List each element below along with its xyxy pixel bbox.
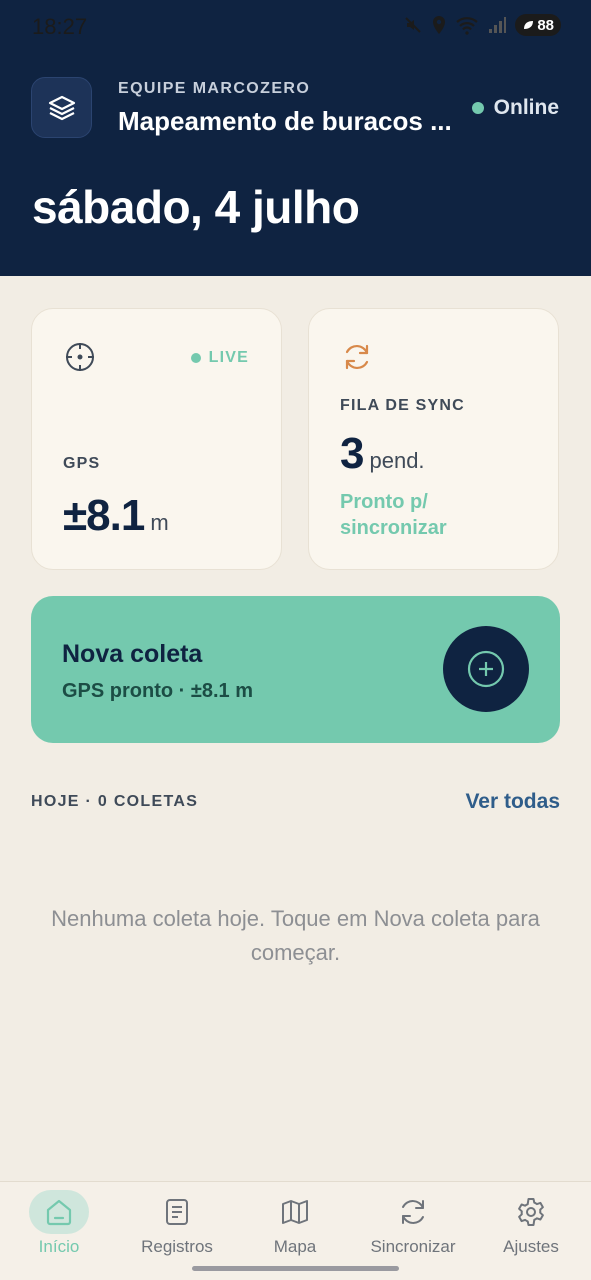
gps-card[interactable]: LIVE GPS ±8.1 m (31, 308, 282, 570)
nav-label: Registros (141, 1237, 213, 1256)
project-title[interactable]: Mapeamento de buracos ... (118, 106, 458, 137)
see-all-link[interactable]: Ver todas (465, 790, 560, 814)
mute-icon (405, 17, 422, 33)
gear-icon (518, 1198, 544, 1226)
sync-pending-unit: pend. (369, 448, 425, 473)
nav-icon-container (501, 1190, 561, 1234)
connection-status: Online (471, 96, 559, 120)
live-dot (190, 353, 201, 363)
new-collection-title: Nova coleta (62, 640, 203, 668)
gps-accuracy-unit: m (150, 510, 169, 535)
app-header: 18:27 88 EQUIPE MARCOZERO Mapeamento de … (0, 0, 591, 276)
sync-pending-count: 3 (340, 429, 365, 478)
sync-status: Pronto p/ sincronizar (340, 491, 447, 539)
status-icons: 88 (403, 14, 561, 36)
nav-label: Mapa (273, 1237, 317, 1256)
empty-state-message: Nenhuma coleta hoje. Toque em Nova colet… (51, 906, 540, 965)
app-logo[interactable] (31, 77, 92, 138)
add-collection-button[interactable] (443, 626, 529, 712)
live-label: LIVE (208, 349, 249, 366)
map-icon (282, 1200, 308, 1224)
live-badge: LIVE (190, 349, 249, 367)
nav-item-inicio[interactable]: Início (0, 1182, 118, 1280)
wifi-icon (456, 17, 479, 35)
battery-saver-icon (524, 21, 534, 29)
nav-icon-container (147, 1190, 207, 1234)
nav-label: Sincronizar (370, 1237, 456, 1256)
gps-label: GPS (63, 455, 101, 472)
nav-icon-container (265, 1190, 325, 1234)
document-icon (166, 1199, 188, 1225)
crosshair-icon (66, 343, 94, 371)
sync-card[interactable]: FILA DE SYNC 3 pend. Pronto p/ sincroniza… (308, 308, 559, 570)
battery-indicator: 88 (515, 14, 561, 36)
signal-icon (489, 17, 507, 33)
home-indicator[interactable] (192, 1266, 399, 1271)
nav-label: Início (38, 1237, 80, 1256)
online-dot (471, 102, 484, 114)
layers-icon (48, 95, 75, 120)
new-collection-button[interactable]: Nova coleta GPS pronto · ±8.1 m (31, 596, 560, 743)
new-collection-subtitle: GPS pronto · ±8.1 m (62, 680, 253, 702)
sync-queue-label: FILA DE SYNC (340, 397, 465, 414)
connection-label: Online (493, 96, 559, 119)
plus-circle-icon (467, 650, 505, 688)
gps-accuracy-value: ±8.1 (63, 491, 145, 540)
sync-icon (402, 1200, 424, 1224)
nav-label: Ajustes (503, 1237, 559, 1256)
battery-level: 88 (537, 16, 554, 34)
sync-icon (345, 344, 369, 370)
home-icon (46, 1199, 72, 1226)
status-time: 18:27 (32, 14, 88, 39)
status-bar: 18:27 88 (0, 0, 591, 56)
team-name: EQUIPE MARCOZERO (118, 80, 311, 97)
date-title: sábado, 4 julho (32, 181, 360, 233)
nav-icon-container (29, 1190, 89, 1234)
sync-pending: 3 pend. (340, 429, 425, 479)
nav-icon-container (383, 1190, 443, 1234)
nav-item-ajustes[interactable]: Ajustes (472, 1182, 590, 1280)
location-icon (433, 16, 446, 34)
today-summary: HOJE · 0 COLETAS (31, 793, 199, 810)
gps-accuracy: ±8.1 m (63, 491, 169, 541)
